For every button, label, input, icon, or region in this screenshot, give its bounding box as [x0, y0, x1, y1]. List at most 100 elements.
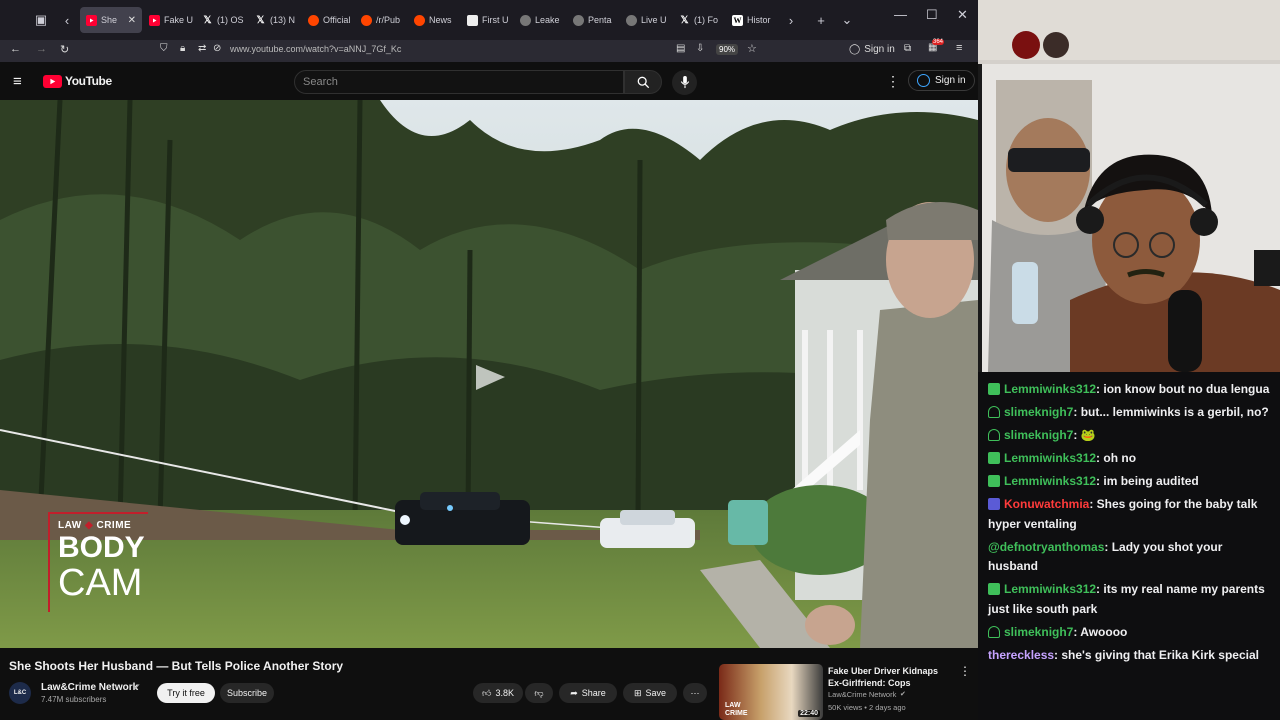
chat-message: Lemmiwinks312: its my real name my paren…	[988, 580, 1270, 619]
browser-tab-label: (13) N	[270, 15, 296, 25]
save-button[interactable]: ⊞ Save	[623, 683, 677, 703]
browser-tab[interactable]: Leake	[514, 7, 566, 33]
back-icon[interactable]: ←	[10, 43, 21, 55]
close-tab-icon[interactable]: ✕	[128, 15, 136, 26]
lock-icon[interactable]: 🔒︎	[180, 43, 185, 54]
url-bar[interactable]: www.youtube.com/watch?v=aNNJ_7Gf_Kc	[230, 44, 401, 54]
search-button[interactable]	[624, 70, 662, 94]
shield-icon[interactable]: ⛉	[160, 43, 168, 54]
new-tab-icon[interactable]: +	[808, 7, 834, 33]
chat-username[interactable]: slimeknigh7	[1004, 428, 1073, 442]
video-player[interactable]: LAW ◆ CRIME BODY CAM	[0, 100, 978, 648]
channel-avatar[interactable]: L&C	[9, 682, 31, 704]
browser-tab-label: Penta	[588, 15, 612, 25]
permissions-icon[interactable]: ⇄	[198, 43, 206, 54]
webcam-scene	[978, 0, 1280, 372]
tab-overview-icon[interactable]: ▣	[28, 7, 54, 33]
extensions-icon[interactable]: ⧉	[904, 43, 911, 54]
close-window-icon[interactable]: ✕	[957, 7, 968, 23]
chat-text: : ion know bout no dua lengua	[1096, 382, 1270, 396]
account-icon: ◯	[849, 44, 861, 55]
more-actions-button[interactable]: ⋯	[683, 683, 707, 703]
browser-tab[interactable]: 𝕏 (1) Fo	[673, 7, 725, 33]
maximize-icon[interactable]: ☐	[926, 7, 938, 23]
browser-tab[interactable]: /r/Pub	[355, 7, 407, 33]
chat-username[interactable]: Lemmiwinks312	[1004, 582, 1096, 596]
chat-username[interactable]: thereckless	[988, 648, 1054, 662]
user-outline-badge-icon	[988, 429, 1000, 441]
save-icon: ⊞	[633, 687, 642, 698]
chat-username[interactable]: slimeknigh7	[1004, 625, 1073, 639]
browser-tab[interactable]: She ✕	[80, 7, 142, 33]
bookmark-star-icon[interactable]: ☆	[747, 42, 757, 55]
channel-name[interactable]: Law&Crime Network	[41, 682, 138, 693]
law-crime-bodycam-watermark: LAW ◆ CRIME BODY CAM	[48, 512, 148, 612]
chat-text: : 🐸	[1073, 428, 1096, 442]
chat-text: : she's giving that Erika Kirk special	[1054, 647, 1259, 662]
browser-tab[interactable]: News	[408, 7, 460, 33]
chat-username[interactable]: Konuwatchmia	[1004, 497, 1089, 511]
subscriber-count: 7.47M subscribers	[41, 695, 107, 704]
dislike-button[interactable]: 👎︎	[525, 683, 553, 703]
tab-list-dropdown-icon[interactable]: ⌄	[834, 7, 860, 33]
browser-tab[interactable]: 𝕏 (13) N	[249, 7, 301, 33]
next-video-meta: 50K views • 2 days ago	[828, 703, 906, 712]
browser-tab[interactable]: First U	[461, 7, 513, 33]
menu-icon[interactable]: ≡	[956, 42, 962, 54]
chat-username[interactable]: Lemmiwinks312	[1004, 474, 1096, 488]
youtube-sign-in-label: Sign in	[935, 75, 966, 86]
browser-tab[interactable]: Live U	[620, 7, 672, 33]
minimize-icon[interactable]: —	[894, 7, 907, 22]
subscriber-badge-icon	[988, 475, 1000, 487]
save-label: Save	[645, 688, 667, 698]
zoom-level[interactable]: 90%	[716, 44, 739, 55]
browser-tab[interactable]: Fake U	[143, 7, 195, 33]
next-video-channel: Law&Crime Network	[828, 690, 897, 699]
camera-blocked-icon[interactable]: ⊘	[213, 43, 221, 54]
chat-username[interactable]: Lemmiwinks312	[1004, 451, 1096, 465]
thumb-crime: CRIME	[725, 710, 748, 717]
voice-search-button[interactable]	[672, 70, 697, 95]
like-button[interactable]: 👍︎ 3.8K	[473, 683, 523, 703]
browser-tab[interactable]: Official	[302, 7, 354, 33]
share-arrow-icon: ➦	[570, 687, 578, 698]
next-video-card[interactable]: LAW CRIME 22:40 Fake Uber Driver Kidnaps…	[719, 664, 978, 720]
extension-badge-count: 364	[932, 39, 945, 45]
next-video-menu-icon[interactable]: ⋮	[959, 664, 971, 678]
forward-icon[interactable]: →	[36, 43, 47, 55]
tab-scroll-right-icon[interactable]: ›	[778, 7, 804, 33]
share-button[interactable]: ➦ Share	[559, 683, 617, 703]
account-signin[interactable]: ◯ Sign in	[849, 44, 895, 55]
watermark-body: BODY	[58, 531, 145, 564]
browser-tab[interactable]: W Histor	[726, 7, 778, 33]
download-icon[interactable]: ⇩	[696, 43, 704, 54]
more-options-icon[interactable]: ⋮	[886, 73, 900, 90]
watermark-cam: CAM	[58, 562, 143, 604]
thumbs-down-icon: 👎︎	[534, 687, 544, 698]
search-icon	[637, 76, 649, 88]
try-it-free-button[interactable]: Try it free	[157, 683, 215, 703]
browser-window: ▣ ‹ She ✕ Fake U 𝕏 (1) OS 𝕏 (13) N Official/r/P…	[0, 0, 978, 720]
hamburger-menu-icon[interactable]: ≡	[13, 73, 22, 90]
youtube-sign-in-button[interactable]: Sign in	[908, 70, 975, 91]
browser-tab-label: Fake U	[164, 15, 194, 25]
reload-icon[interactable]: ↻	[60, 43, 69, 56]
browser-tab[interactable]: 𝕏 (1) OS	[196, 7, 248, 33]
microphone-icon	[680, 76, 689, 89]
extension-badge-icon[interactable]: ▦ 364	[928, 39, 945, 53]
chat-username[interactable]: slimeknigh7	[1004, 405, 1073, 419]
youtube-logo[interactable]: YouTube	[43, 74, 112, 88]
reader-view-icon[interactable]: ▤	[676, 43, 685, 54]
browser-tab[interactable]: Penta	[567, 7, 619, 33]
chat-username[interactable]: Lemmiwinks312	[1004, 382, 1096, 396]
search-input[interactable]: Search	[294, 70, 624, 94]
subscribe-button[interactable]: Subscribe	[220, 683, 274, 703]
browser-tab-label: News	[429, 15, 452, 25]
youtube-logo-text: YouTube	[65, 74, 112, 88]
chat-message: Lemmiwinks312: oh no	[988, 449, 1270, 469]
stream-overlay: Lemmiwinks312: ion know bout no dua leng…	[978, 0, 1280, 720]
chat-username[interactable]: @defnotryanthomas	[988, 540, 1104, 554]
navigation-bar: ← → ↻ ⛉ 🔒︎ ⇄ ⊘ www.youtube.com/watch?v=a…	[0, 39, 978, 62]
browser-tab-label: First U	[482, 15, 509, 25]
tab-scroll-left-icon[interactable]: ‹	[54, 7, 80, 33]
